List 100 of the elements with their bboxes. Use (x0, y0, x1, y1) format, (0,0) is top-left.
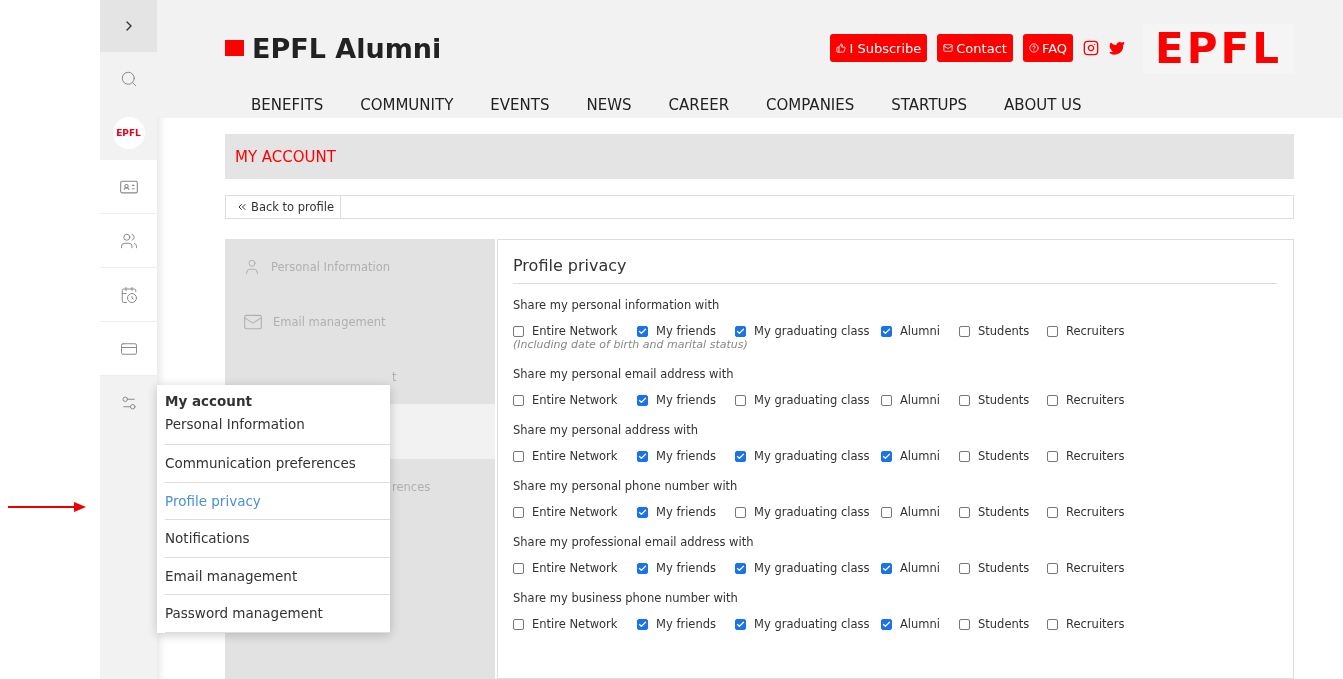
logo-square-icon (225, 40, 244, 56)
mail-icon (943, 43, 954, 53)
arrow-icon (8, 501, 86, 513)
option-label: Recruiters (1066, 449, 1125, 463)
group-label: Share my personal address with (513, 423, 700, 437)
checkbox[interactable] (1047, 450, 1058, 462)
option-label: Entire Network (532, 617, 618, 631)
checkbox[interactable] (513, 562, 524, 574)
option-label: Alumni (900, 561, 941, 575)
checkbox[interactable] (735, 450, 746, 462)
avatar[interactable]: EPFL (112, 117, 145, 149)
checkbox[interactable] (1047, 562, 1058, 574)
checkbox[interactable] (735, 562, 746, 574)
checkbox[interactable] (959, 506, 970, 518)
option-label: Students (978, 324, 1030, 338)
checkbox[interactable] (881, 325, 892, 337)
subscribe-button[interactable]: I Subscribe (830, 34, 928, 62)
option-label: Recruiters (1066, 617, 1125, 631)
option-label: Alumni (900, 393, 941, 407)
checkbox[interactable] (637, 506, 648, 518)
checkbox[interactable] (959, 394, 970, 406)
faq-button[interactable]: FAQ (1022, 34, 1074, 62)
option-label: Recruiters (1066, 561, 1125, 575)
option-label: Alumni (900, 617, 941, 631)
nav-link[interactable]: CAREER (668, 96, 730, 114)
checkbox[interactable] (513, 506, 524, 518)
instagram-icon[interactable] (1083, 40, 1100, 56)
checkbox[interactable] (881, 394, 892, 406)
site-title: EPFL Alumni (252, 32, 442, 64)
checkbox[interactable] (637, 325, 648, 337)
checkbox[interactable] (1047, 506, 1058, 518)
section-title: Profile privacy (513, 256, 1277, 284)
checkbox[interactable] (881, 562, 892, 574)
group-label: Share my personal information with (513, 298, 721, 312)
group-label: Share my business phone number with (513, 591, 739, 605)
popover-item[interactable]: Email management (165, 557, 390, 596)
option-label: My graduating class (754, 324, 870, 338)
checkbox[interactable] (637, 618, 648, 630)
group-icon[interactable] (119, 231, 138, 250)
checkbox[interactable] (513, 450, 524, 462)
checkbox[interactable] (1047, 618, 1058, 630)
checkbox[interactable] (513, 618, 524, 630)
checkbox[interactable] (881, 618, 892, 630)
nav-link[interactable]: STARTUPS (891, 96, 968, 114)
option-label: My graduating class (754, 561, 870, 575)
nav-link[interactable]: BENEFITS (251, 96, 324, 114)
calendar-icon[interactable] (119, 285, 138, 304)
option-label: Entire Network (532, 393, 618, 407)
option-label: Students (978, 449, 1030, 463)
checkbox[interactable] (959, 325, 970, 337)
option-label: My graduating class (754, 449, 870, 463)
popover-item[interactable]: Password management (165, 595, 390, 633)
checkbox[interactable] (513, 325, 524, 337)
nav-link[interactable]: EVENTS (490, 96, 550, 114)
nav-link[interactable]: COMMUNITY (360, 96, 454, 114)
option-label: My friends (656, 561, 716, 575)
note: (Including date of birth and marital status) (513, 338, 749, 351)
group-label: Share my personal email address with (513, 367, 735, 381)
thumbs-up-icon (836, 43, 847, 53)
option-label: Entire Network (532, 561, 618, 575)
option-label: My friends (656, 505, 716, 519)
checkbox[interactable] (735, 394, 746, 406)
checkbox[interactable] (735, 506, 746, 518)
option-label: Recruiters (1066, 505, 1125, 519)
option-label: Entire Network (532, 505, 618, 519)
checkbox[interactable] (735, 618, 746, 630)
option-label: My friends (656, 324, 716, 338)
checkbox[interactable] (959, 618, 970, 630)
checkbox[interactable] (959, 562, 970, 574)
popover-item[interactable]: Personal Information (165, 415, 390, 445)
popover-title: My account (165, 393, 253, 411)
checkbox[interactable] (881, 450, 892, 462)
popover-item[interactable]: Notifications (165, 520, 390, 558)
nav-link[interactable]: NEWS (586, 96, 632, 114)
checkbox[interactable] (1047, 394, 1058, 406)
search-icon[interactable] (119, 70, 138, 88)
group-label: Share my personal phone number with (513, 479, 739, 493)
option-label: Students (978, 617, 1030, 631)
popover-item[interactable]: Communication preferences (165, 445, 390, 483)
option-label: Recruiters (1066, 324, 1125, 338)
checkbox[interactable] (735, 325, 746, 337)
person-icon (243, 257, 261, 276)
settings-icon[interactable] (119, 394, 138, 412)
checkbox[interactable] (1047, 325, 1058, 337)
option-label: My friends (656, 617, 716, 631)
twitter-icon[interactable] (1109, 40, 1126, 56)
checkbox[interactable] (959, 450, 970, 462)
nav-link[interactable]: COMPANIES (766, 96, 855, 114)
checkbox[interactable] (513, 394, 524, 406)
checkbox[interactable] (881, 506, 892, 518)
option-label: My friends (656, 393, 716, 407)
contact-button[interactable]: Contact (937, 34, 1013, 62)
checkbox[interactable] (637, 562, 648, 574)
group-label: Share my professional email address with (513, 535, 755, 549)
nav-link[interactable]: ABOUT US (1004, 96, 1082, 114)
option-label: Recruiters (1066, 393, 1125, 407)
checkbox[interactable] (637, 394, 648, 406)
checkbox[interactable] (637, 450, 648, 462)
back-link[interactable]: Back to profile (226, 196, 342, 218)
double-chevron-icon (236, 201, 248, 213)
